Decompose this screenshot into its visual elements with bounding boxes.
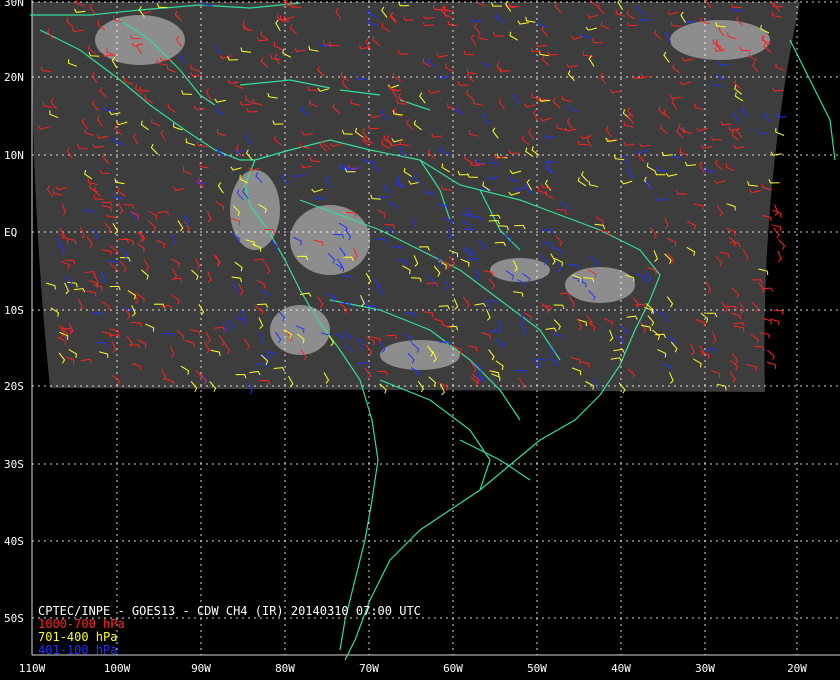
- wind-map: [0, 0, 840, 680]
- lon-label: 80W: [275, 662, 295, 675]
- lat-label: 30S: [4, 458, 24, 471]
- lon-label: 100W: [103, 662, 131, 675]
- lat-label: 20S: [4, 380, 24, 393]
- lon-label: 40W: [611, 662, 631, 675]
- lat-label: 20N: [4, 71, 24, 84]
- lon-label: 20W: [787, 662, 807, 675]
- lon-label: 70W: [359, 662, 379, 675]
- lat-label: 10S: [4, 304, 24, 317]
- lat-label: EQ: [4, 226, 18, 239]
- lon-label: 110W: [18, 662, 46, 675]
- legend-high-level: 401-100 hPa: [38, 643, 118, 657]
- lat-label: 30N: [4, 0, 24, 9]
- lon-label: 50W: [527, 662, 547, 675]
- lon-label: 30W: [695, 662, 715, 675]
- lon-label: 90W: [191, 662, 211, 675]
- legend-low-level: 1000-700 hPa: [38, 617, 125, 631]
- lat-label: 10N: [4, 149, 24, 162]
- legend-mid-level: 701-400 hPa: [38, 630, 118, 644]
- lon-label: 60W: [443, 662, 463, 675]
- lat-label: 40S: [4, 535, 24, 548]
- lat-label: 50S: [4, 612, 24, 625]
- map-title: CPTEC/INPE - GOES13 - CDW CH4 (IR) 20140…: [38, 604, 421, 618]
